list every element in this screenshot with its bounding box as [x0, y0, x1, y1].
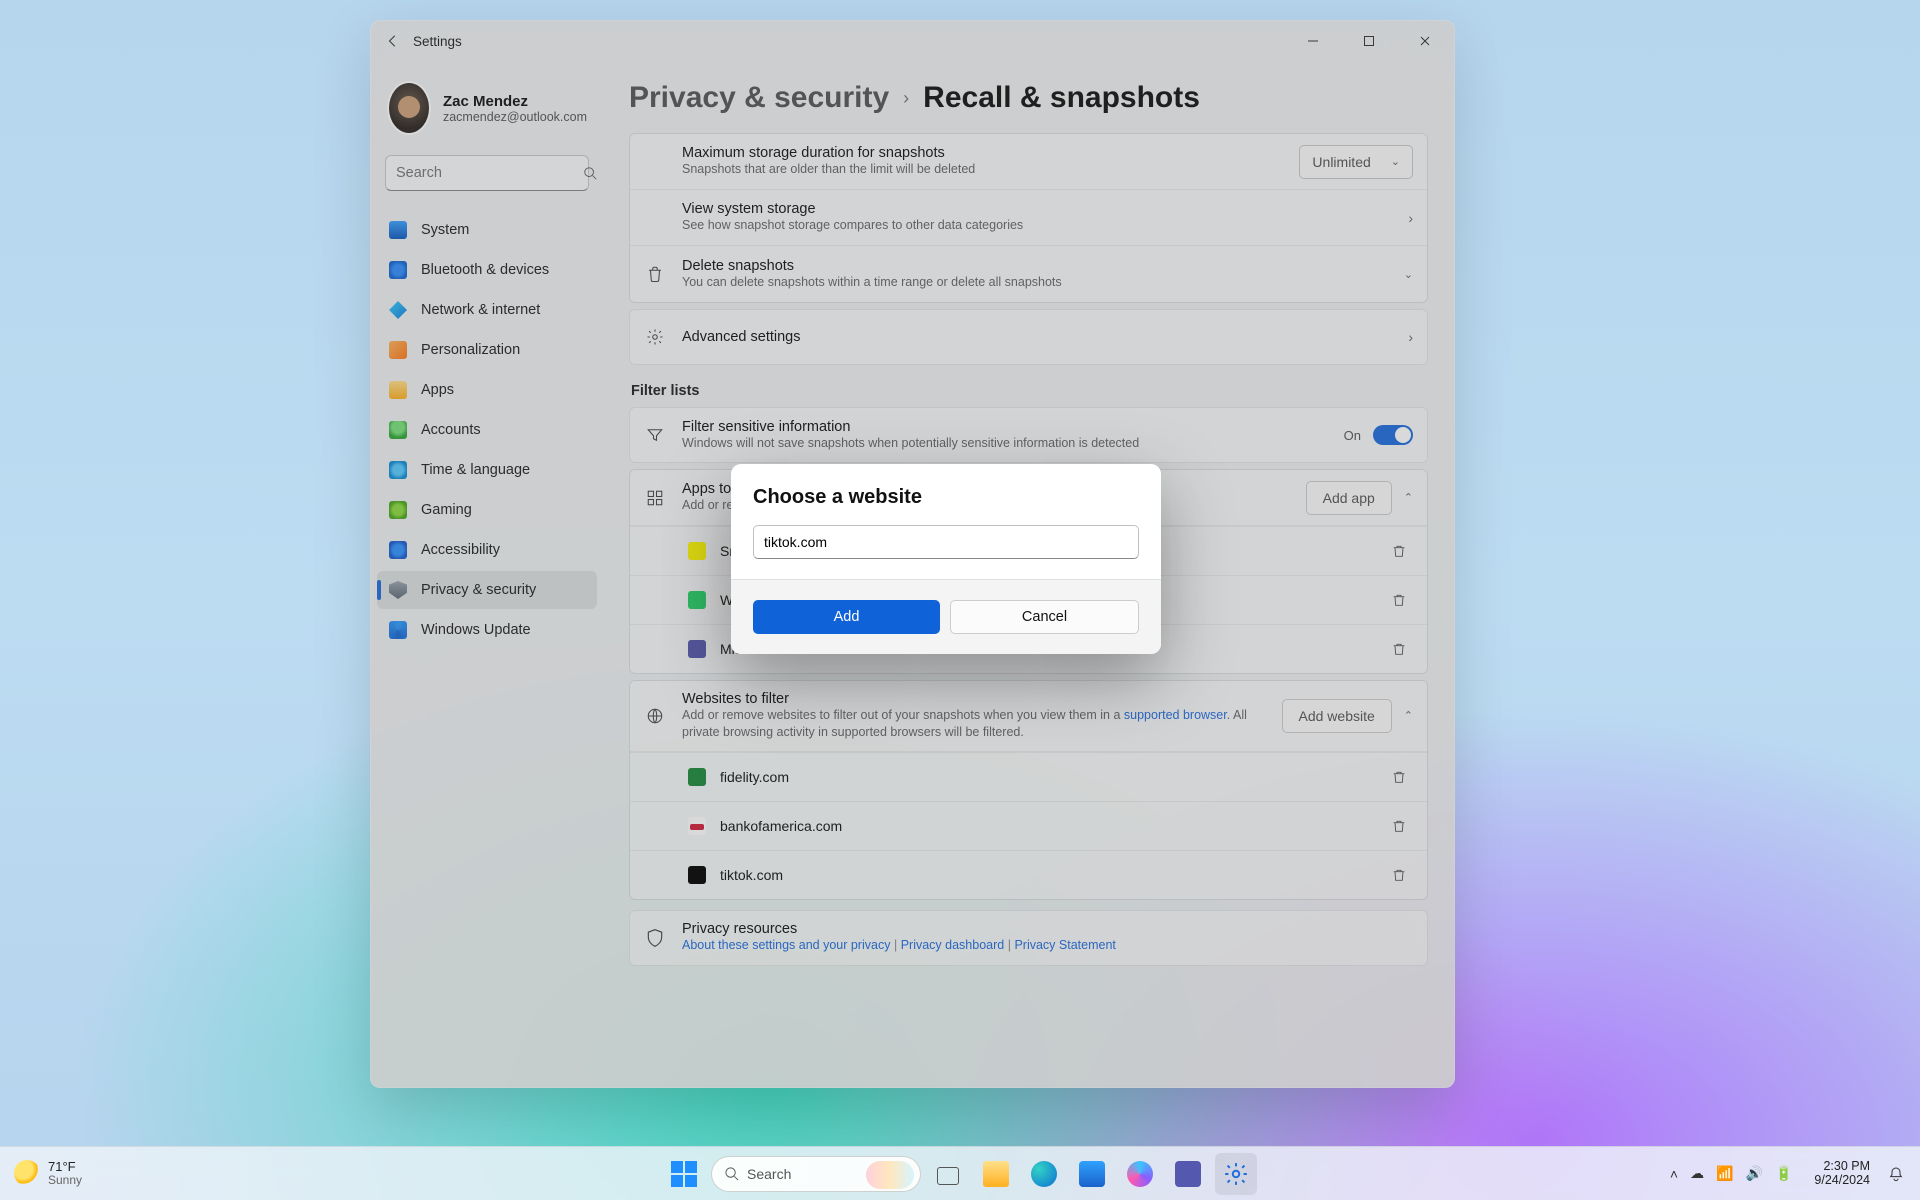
start-button[interactable] [663, 1153, 705, 1195]
taskbar-search[interactable]: Search [711, 1156, 921, 1192]
copilot-spark-icon [866, 1161, 914, 1189]
dialog-title: Choose a website [731, 464, 1161, 519]
taskbar: 71°F Sunny Search ˄ ☁ 📶 🔊 🔋 2:30 PM [0, 1146, 1920, 1200]
gear-icon [1223, 1161, 1249, 1187]
chevron-up-icon[interactable]: ˄ [1670, 1166, 1678, 1182]
teams-button[interactable] [1167, 1153, 1209, 1195]
edge-button[interactable] [1023, 1153, 1065, 1195]
taskbar-clock[interactable]: 2:30 PM 9/24/2024 [1808, 1160, 1876, 1186]
add-button[interactable]: Add [753, 600, 940, 634]
copilot-button[interactable] [1119, 1153, 1161, 1195]
store-button[interactable] [1071, 1153, 1113, 1195]
taskbar-right: ˄ ☁ 📶 🔊 🔋 2:30 PM 9/24/2024 [1660, 1156, 1920, 1192]
wifi-icon[interactable]: 📶 [1716, 1165, 1733, 1182]
system-tray[interactable]: ˄ ☁ 📶 🔊 🔋 [1660, 1156, 1803, 1192]
settings-window: Settings Zac Mendez zacmendez@outlook.co… [370, 20, 1455, 1088]
choose-website-dialog: Choose a website Add Cancel [731, 464, 1161, 654]
onedrive-icon[interactable]: ☁ [1690, 1165, 1704, 1182]
taskbar-center: Search [663, 1153, 1257, 1195]
website-url-input[interactable] [753, 525, 1139, 559]
taskbar-weather[interactable]: 71°F Sunny [0, 1160, 82, 1186]
windows-icon [671, 1161, 697, 1187]
volume-icon[interactable]: 🔊 [1746, 1165, 1763, 1182]
settings-taskbar-button[interactable] [1215, 1153, 1257, 1195]
notifications-button[interactable] [1882, 1166, 1910, 1182]
battery-icon[interactable]: 🔋 [1775, 1165, 1792, 1182]
explorer-button[interactable] [975, 1153, 1017, 1195]
cancel-button[interactable]: Cancel [950, 600, 1139, 634]
task-view-button[interactable] [927, 1153, 969, 1195]
weather-icon [14, 1160, 40, 1186]
